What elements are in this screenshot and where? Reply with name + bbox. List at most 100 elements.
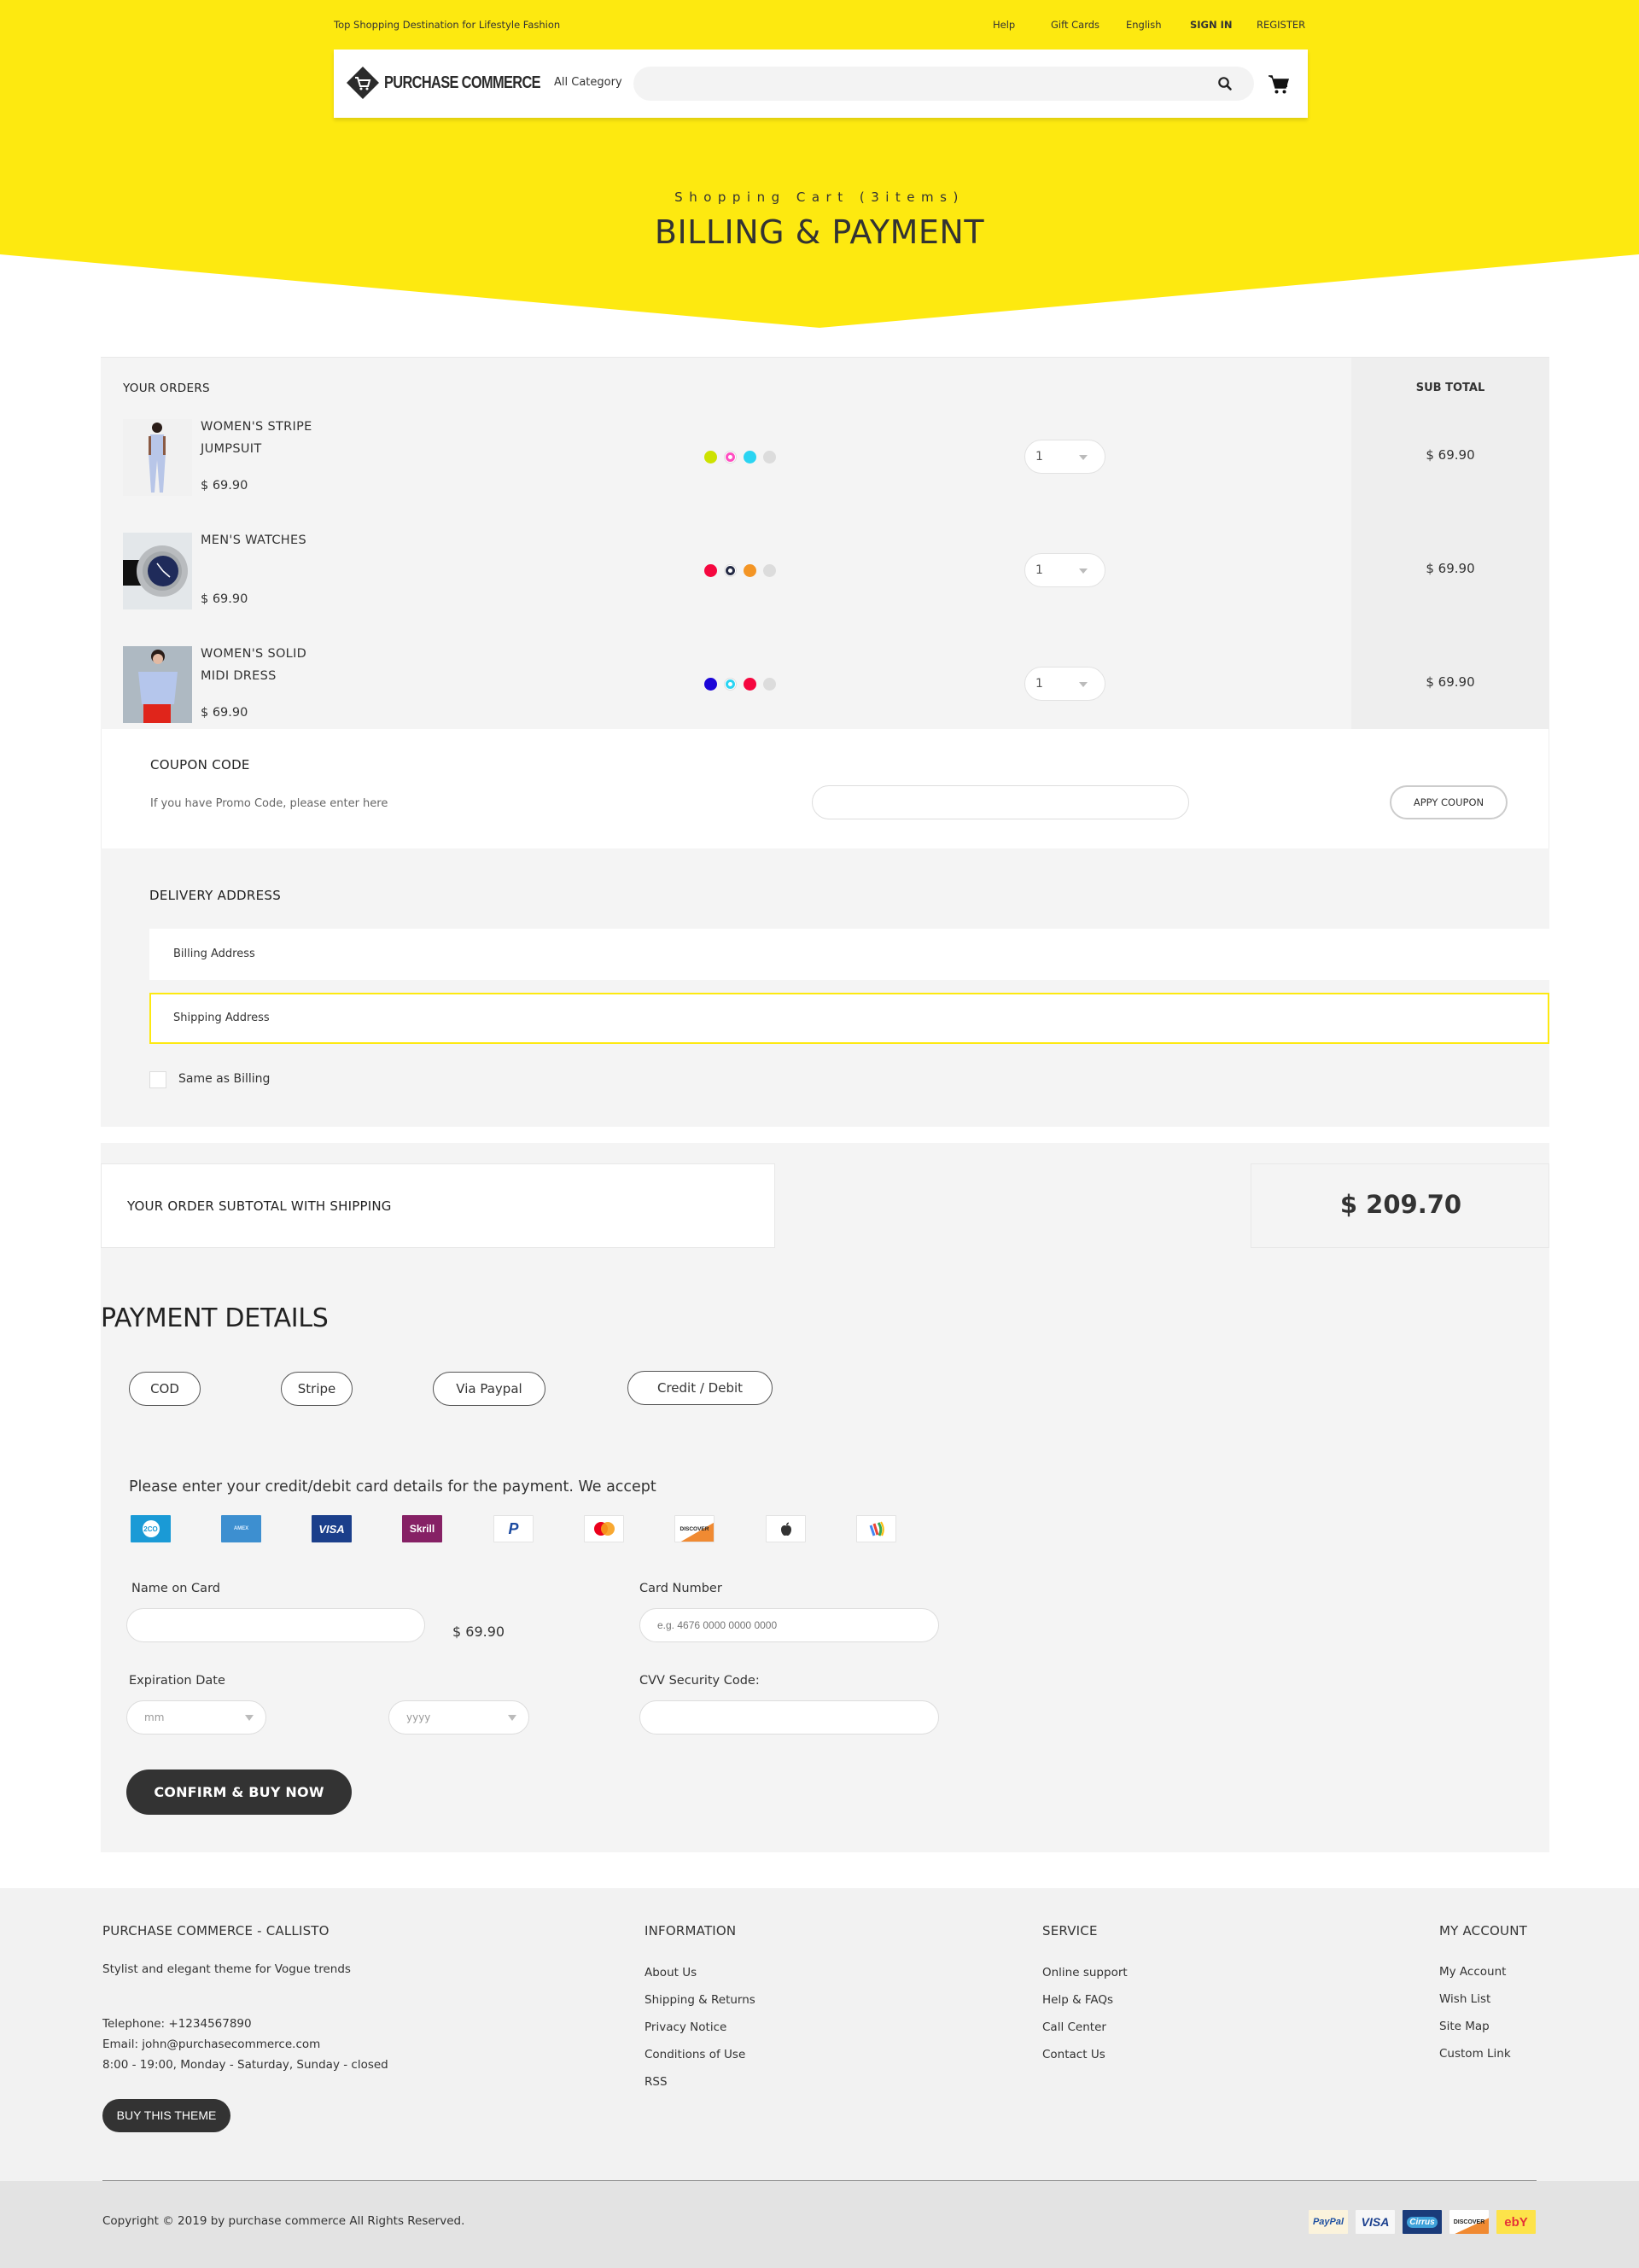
payment-method-credit-debit[interactable]: Credit / Debit bbox=[627, 1371, 773, 1405]
discover-icon: DISCOVER bbox=[674, 1515, 715, 1542]
footer-hours: 8:00 - 19:00, Monday - Saturday, Sunday … bbox=[102, 2058, 388, 2072]
2co-icon: 2CO bbox=[131, 1515, 171, 1542]
hero-subtitle: Shopping Cart (3items) bbox=[674, 189, 965, 205]
footer-link-my-account[interactable]: My Account bbox=[1439, 1965, 1506, 1979]
quantity-value: 1 bbox=[1035, 563, 1043, 577]
confirm-buy-now-button[interactable]: CONFIRM & BUY NOW bbox=[126, 1770, 352, 1815]
footer-link-rss[interactable]: RSS bbox=[645, 2075, 668, 2089]
topnav-sign-in-link[interactable]: SIGN IN bbox=[1190, 19, 1233, 31]
row-subtotal: $ 69.90 bbox=[1426, 561, 1475, 576]
coupon-hint: If you have Promo Code, please enter her… bbox=[150, 797, 388, 810]
footer-link-conditions-of-use[interactable]: Conditions of Use bbox=[645, 2048, 745, 2061]
footer-service-heading: SERVICE bbox=[1042, 1923, 1098, 1939]
shopping-cart-icon[interactable] bbox=[1268, 73, 1290, 96]
search-icon[interactable] bbox=[1216, 75, 1234, 92]
color-swatch[interactable] bbox=[704, 564, 717, 577]
card-accept-message: Please enter your credit/debit card deta… bbox=[129, 1478, 656, 1495]
payment-panel: YOUR ORDER SUBTOTAL WITH SHIPPING $ 209.… bbox=[101, 1143, 1549, 1852]
quantity-select[interactable]: 1 bbox=[1024, 667, 1105, 701]
product-image-dress[interactable] bbox=[123, 646, 192, 723]
billing-address-input[interactable]: Billing Address bbox=[149, 929, 1549, 980]
expiry-year-select[interactable]: yyyy bbox=[388, 1700, 529, 1735]
expiry-year-placeholder: yyyy bbox=[406, 1711, 431, 1723]
color-swatch[interactable] bbox=[763, 678, 776, 691]
visa-icon: VISA bbox=[1356, 2210, 1395, 2234]
product-name[interactable]: WOMEN'S STRIPE JUMPSUIT bbox=[201, 416, 312, 460]
card-number-input[interactable] bbox=[639, 1608, 939, 1642]
product-name[interactable]: WOMEN'S SOLID MIDI DRESS bbox=[201, 643, 306, 687]
search-input[interactable] bbox=[633, 67, 1254, 101]
payment-method-paypal[interactable]: Via Paypal bbox=[433, 1372, 545, 1406]
mastercard-circles-icon bbox=[593, 1522, 615, 1536]
order-row: WOMEN'S STRIPE JUMPSUIT $ 69.90 1 $ 69.9… bbox=[101, 358, 1549, 496]
skrill-icon: Skrill bbox=[402, 1515, 442, 1542]
order-row: MEN'S WATCHES $ 69.90 1 $ 69.90 bbox=[101, 471, 1549, 609]
apple-logo-icon bbox=[780, 1522, 791, 1536]
footer-link-about-us[interactable]: About Us bbox=[645, 1966, 697, 1979]
color-swatches bbox=[704, 451, 776, 464]
color-swatch[interactable] bbox=[763, 451, 776, 464]
quantity-select[interactable]: 1 bbox=[1024, 553, 1105, 587]
category-dropdown[interactable]: All Category bbox=[554, 76, 622, 89]
topnav-language-link[interactable]: English bbox=[1126, 19, 1162, 31]
color-swatch[interactable] bbox=[724, 451, 737, 464]
name-on-card-input[interactable] bbox=[126, 1608, 425, 1642]
shipping-address-input[interactable]: Shipping Address bbox=[149, 993, 1549, 1044]
apple-pay-icon bbox=[766, 1515, 806, 1542]
expiry-month-placeholder: mm bbox=[144, 1711, 165, 1723]
footer-link-wish-list[interactable]: Wish List bbox=[1439, 1992, 1490, 2006]
orders-panel: YOUR ORDERS SUB TOTAL WOMEN'S STRIPE JUM… bbox=[101, 357, 1549, 730]
chevron-down-icon bbox=[245, 1715, 254, 1721]
expiry-month-select[interactable]: mm bbox=[126, 1700, 266, 1735]
payment-method-stripe[interactable]: Stripe bbox=[281, 1372, 353, 1406]
color-swatches bbox=[704, 564, 776, 577]
footer-divider bbox=[102, 2180, 1537, 2181]
grand-total-box: $ 209.70 bbox=[1251, 1163, 1549, 1248]
footer-link-contact-us[interactable]: Contact Us bbox=[1042, 2048, 1105, 2061]
footer-link-shipping-returns[interactable]: Shipping & Returns bbox=[645, 1993, 755, 2007]
order-subtotal-box: YOUR ORDER SUBTOTAL WITH SHIPPING bbox=[101, 1163, 775, 1248]
topnav-help-link[interactable]: Help bbox=[993, 19, 1015, 31]
site-logo[interactable]: PURCHASE COMMERCE bbox=[346, 66, 575, 100]
cart-diamond-icon bbox=[347, 67, 379, 99]
color-swatch[interactable] bbox=[763, 564, 776, 577]
color-swatch[interactable] bbox=[704, 451, 717, 464]
footer-my-account-heading: MY ACCOUNT bbox=[1439, 1923, 1527, 1939]
american-express-icon: AMEX bbox=[221, 1515, 261, 1542]
apply-coupon-button[interactable]: APPY COUPON bbox=[1390, 785, 1508, 819]
ebay-icon: ebY bbox=[1496, 2210, 1536, 2234]
footer-link-online-support[interactable]: Online support bbox=[1042, 1966, 1128, 1979]
chevron-down-icon bbox=[1079, 682, 1088, 687]
color-swatch[interactable] bbox=[744, 451, 756, 464]
expiration-date-label: Expiration Date bbox=[129, 1674, 225, 1688]
cvv-input[interactable] bbox=[639, 1700, 939, 1735]
row-subtotal: $ 69.90 bbox=[1426, 447, 1475, 463]
chevron-down-icon bbox=[1079, 455, 1088, 460]
color-swatch[interactable] bbox=[704, 678, 717, 691]
color-swatch[interactable] bbox=[744, 678, 756, 691]
product-name[interactable]: MEN'S WATCHES bbox=[201, 529, 306, 551]
footer-link-call-center[interactable]: Call Center bbox=[1042, 2020, 1106, 2034]
footer-link-custom-link[interactable]: Custom Link bbox=[1439, 2047, 1511, 2061]
card-number-label: Card Number bbox=[639, 1582, 722, 1595]
same-as-billing-label: Same as Billing bbox=[178, 1072, 271, 1086]
color-swatch[interactable] bbox=[724, 678, 737, 691]
coupon-title: COUPON CODE bbox=[150, 757, 250, 773]
coupon-code-input[interactable] bbox=[812, 785, 1189, 819]
buy-this-theme-button[interactable]: BUY THIS THEME bbox=[102, 2099, 230, 2132]
payment-method-cod[interactable]: COD bbox=[129, 1372, 201, 1406]
color-swatch[interactable] bbox=[724, 564, 737, 577]
topnav-register-link[interactable]: REGISTER bbox=[1257, 19, 1305, 31]
color-swatch[interactable] bbox=[744, 564, 756, 577]
footer-link-privacy-notice[interactable]: Privacy Notice bbox=[645, 2020, 726, 2034]
topnav-gift-cards-link[interactable]: Gift Cards bbox=[1051, 19, 1099, 31]
name-on-card-label: Name on Card bbox=[131, 1582, 220, 1595]
copyright-text: Copyright © 2019 by purchase commerce Al… bbox=[102, 2214, 465, 2228]
topbar-tagline: Top Shopping Destination for Lifestyle F… bbox=[334, 19, 561, 31]
paypal-icon: PayPal bbox=[1309, 2210, 1348, 2234]
footer-link-help-faqs[interactable]: Help & FAQs bbox=[1042, 1993, 1113, 2007]
name-price-value: $ 69.90 bbox=[452, 1624, 505, 1640]
quantity-select[interactable]: 1 bbox=[1024, 440, 1105, 474]
same-as-billing-checkbox[interactable] bbox=[149, 1071, 166, 1088]
footer-link-site-map[interactable]: Site Map bbox=[1439, 2020, 1490, 2033]
